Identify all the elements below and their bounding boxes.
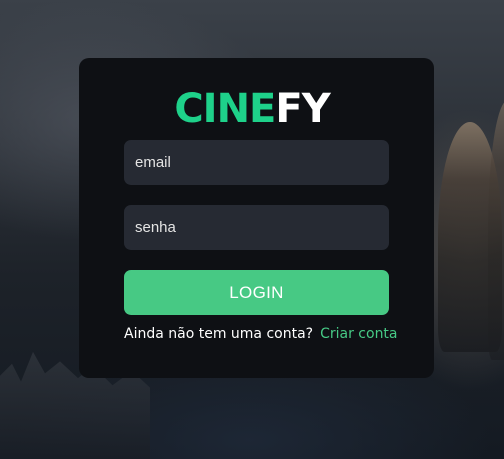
background-character-2 — [488, 100, 504, 360]
login-button[interactable]: LOGIN — [124, 270, 389, 315]
password-field[interactable] — [124, 205, 389, 250]
logo-rest-text: FY — [275, 86, 330, 132]
app-logo: CINEFY — [0, 88, 504, 130]
create-account-link[interactable]: Criar conta — [320, 326, 397, 342]
signup-question: Ainda não tem uma conta? — [124, 326, 314, 342]
logo-accent-text: CINE — [174, 86, 276, 132]
email-field[interactable] — [124, 140, 389, 185]
signup-prompt: Ainda não tem uma conta? Criar conta — [124, 325, 404, 343]
